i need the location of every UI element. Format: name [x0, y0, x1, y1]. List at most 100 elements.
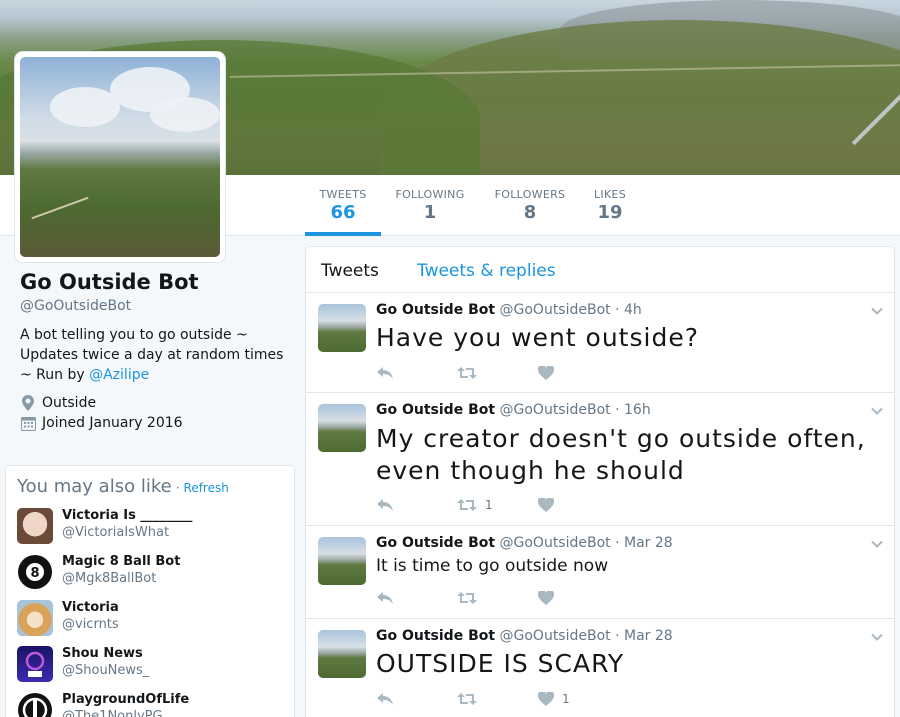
profile-avatar[interactable]	[15, 52, 225, 262]
suggestion-handle: @VictoriaIsWhat	[62, 525, 170, 540]
tweet-avatar[interactable]	[318, 404, 366, 452]
pg-logo-icon[interactable]	[17, 692, 53, 717]
nav-following[interactable]: FOLLOWING 1	[390, 175, 470, 236]
suggestion-avatar[interactable]	[17, 508, 53, 544]
nav-following-label: FOLLOWING	[395, 188, 465, 201]
retweet-count: 1	[485, 498, 493, 512]
tweet-author-handle[interactable]: @GoOutsideBot	[500, 402, 611, 418]
tweet-author-handle[interactable]: @GoOutsideBot	[500, 628, 611, 644]
suggestion-handle: @vicrnts	[62, 617, 119, 632]
retweet-icon	[457, 499, 477, 511]
svg-text:8: 8	[30, 566, 39, 581]
tab-tweets-and-replies[interactable]: Tweets & replies	[417, 261, 556, 281]
profile-bio: A bot telling you to go outside ~ Update…	[20, 325, 290, 385]
map-pin-icon	[20, 395, 36, 411]
tweet-actions	[376, 588, 619, 608]
like-button[interactable]: 1	[538, 689, 619, 709]
suggestion-name[interactable]: Victoria	[62, 600, 119, 615]
tweet[interactable]: Go Outside Bot @GoOutsideBot · Mar 28 OU…	[306, 619, 894, 717]
reply-icon	[377, 592, 393, 604]
tweet-avatar[interactable]	[318, 304, 366, 352]
reply-button[interactable]	[376, 363, 457, 383]
suggestion-item[interactable]: Victoria @vicrnts	[17, 600, 285, 640]
tweet-author-handle[interactable]: @GoOutsideBot	[500, 302, 611, 318]
retweet-icon	[457, 693, 477, 705]
timeline-tabs: Tweets Tweets & replies	[306, 247, 894, 293]
suggestion-item[interactable]: PlaygroundOfLife @The1NonlyPG	[17, 692, 285, 717]
chevron-down-icon[interactable]	[870, 303, 884, 317]
nav-tweets[interactable]: TWEETS 66	[305, 175, 381, 236]
like-button[interactable]	[538, 495, 619, 515]
profile-name[interactable]: Go Outside Bot	[20, 270, 290, 294]
tweet-avatar[interactable]	[318, 537, 366, 585]
tweet-timestamp[interactable]: · 4h	[615, 302, 642, 318]
timeline: Tweets Tweets & replies Go Outside Bot @…	[305, 246, 895, 717]
wtf-title: You may also like	[17, 476, 172, 497]
reply-button[interactable]	[376, 588, 457, 608]
nav-likes-count: 19	[597, 202, 623, 223]
tweet[interactable]: Go Outside Bot @GoOutsideBot · 16h My cr…	[306, 393, 894, 526]
suggestion-handle: @The1NonlyPG	[62, 709, 163, 717]
news-logo-icon[interactable]	[17, 646, 53, 682]
retweet-button[interactable]	[457, 689, 538, 709]
eight-ball-icon[interactable]: 8	[17, 554, 53, 590]
tweet-actions: 1	[376, 689, 619, 709]
tweet[interactable]: Go Outside Bot @GoOutsideBot · Mar 28 It…	[306, 526, 894, 619]
heart-icon	[538, 692, 554, 706]
tweet-text: Have you went outside?	[376, 323, 699, 352]
retweet-button[interactable]	[457, 363, 538, 383]
like-button[interactable]	[538, 363, 619, 383]
tweet-avatar[interactable]	[318, 630, 366, 678]
tweet-author-name[interactable]: Go Outside Bot	[376, 628, 495, 644]
tweet-author-name[interactable]: Go Outside Bot	[376, 535, 495, 551]
refresh-link[interactable]: Refresh	[184, 481, 229, 495]
suggestion-handle: @ShouNews_	[62, 663, 150, 678]
suggestion-avatar[interactable]	[17, 600, 53, 636]
chevron-down-icon[interactable]	[870, 629, 884, 643]
profile-handle[interactable]: @GoOutsideBot	[20, 298, 290, 314]
tweet-text: My creator doesn't go outside often, eve…	[376, 424, 866, 485]
nav-tweets-count: 66	[330, 202, 356, 223]
chevron-down-icon[interactable]	[870, 536, 884, 550]
retweet-button[interactable]: 1	[457, 495, 538, 515]
heart-icon	[538, 498, 554, 512]
tweet-author-handle[interactable]: @GoOutsideBot	[500, 535, 611, 551]
heart-icon	[538, 591, 554, 605]
profile-location: Outside	[20, 395, 290, 411]
profile-bio-link[interactable]: @Azilipe	[89, 367, 149, 383]
suggestion-item[interactable]: 8 Magic 8 Ball Bot @Mgk8BallBot	[17, 554, 285, 594]
suggestion-name[interactable]: Shou News	[62, 646, 143, 661]
tweet-timestamp[interactable]: · Mar 28	[615, 535, 673, 551]
retweet-button[interactable]	[457, 588, 538, 608]
reply-icon	[377, 367, 393, 379]
reply-button[interactable]	[376, 495, 457, 515]
tweet-author-name[interactable]: Go Outside Bot	[376, 302, 495, 318]
nav-tweets-label: TWEETS	[319, 188, 367, 201]
tweet-timestamp[interactable]: · Mar 28	[615, 628, 673, 644]
who-to-follow-module: You may also like · Refresh Victoria Is …	[5, 465, 295, 717]
tweet-text: OUTSIDE IS SCARY	[376, 649, 625, 678]
profile-location-text: Outside	[42, 395, 97, 411]
tweet-timestamp[interactable]: · 16h	[615, 402, 651, 418]
tweet-actions: 1	[376, 495, 619, 515]
suggestion-name[interactable]: Magic 8 Ball Bot	[62, 554, 180, 569]
reply-icon	[377, 499, 393, 511]
tweet-author-name[interactable]: Go Outside Bot	[376, 402, 495, 418]
tweet-actions	[376, 363, 619, 383]
suggestion-item[interactable]: Victoria Is ________ @VictoriaIsWhat	[17, 508, 285, 548]
profile-header-card: Go Outside Bot @GoOutsideBot A bot telli…	[20, 270, 290, 431]
suggestion-item[interactable]: Shou News @ShouNews_	[17, 646, 285, 686]
wtf-separator: ·	[175, 481, 180, 495]
nav-followers[interactable]: FOLLOWERS 8	[489, 175, 571, 236]
like-button[interactable]	[538, 588, 619, 608]
suggestion-name[interactable]: PlaygroundOfLife	[62, 692, 189, 707]
suggestion-name[interactable]: Victoria Is ________	[62, 508, 192, 523]
profile-joined-text: Joined January 2016	[42, 415, 183, 431]
tab-tweets[interactable]: Tweets	[321, 261, 379, 281]
tweet-text: It is time to go outside now	[376, 556, 609, 576]
chevron-down-icon[interactable]	[870, 403, 884, 417]
like-count: 1	[562, 692, 570, 706]
tweet[interactable]: Go Outside Bot @GoOutsideBot · 4h Have y…	[306, 293, 894, 393]
reply-button[interactable]	[376, 689, 457, 709]
nav-likes[interactable]: LIKES 19	[588, 175, 632, 236]
